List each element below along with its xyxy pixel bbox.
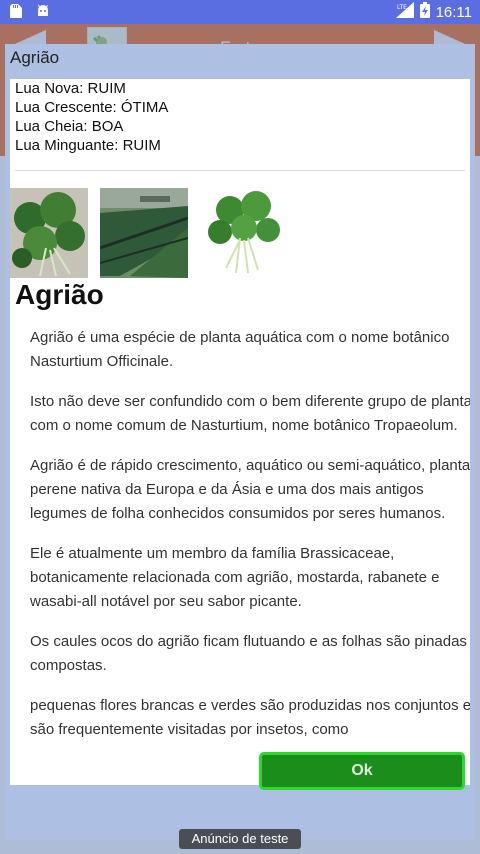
plant-heading: Agrião: [15, 279, 104, 310]
plant-description: Agrião é uma espécie de planta aquática …: [30, 326, 470, 758]
divider: [15, 170, 465, 171]
dialog-scroll-content[interactable]: Lua Nova: RUIM Lua Crescente: ÓTIMA Lua …: [10, 79, 470, 785]
moon-phase-waxing: Lua Crescente: ÓTIMA: [15, 99, 169, 116]
sd-card-icon: [10, 4, 24, 18]
photo-gallery: [10, 188, 470, 278]
moon-phase-waning: Lua Minguante: RUIM: [15, 137, 161, 154]
status-bar: LTE 16:11: [0, 0, 480, 24]
paragraph: Agrião é uma espécie de planta aquática …: [30, 329, 450, 370]
test-ad-label: Anúncio de teste: [179, 829, 301, 849]
status-time: 16:11: [435, 3, 472, 21]
plant-dialog: Agrião Lua Nova: RUIM Lua Crescente: ÓTI…: [5, 44, 475, 840]
lte-signal-icon: LTE: [395, 2, 414, 22]
paragraph: pequenas flores brancas e verdes são pro…: [30, 697, 470, 738]
dialog-title: Agrião: [10, 48, 60, 67]
paragraph: Isto não deve ser confundido com o bem d…: [30, 393, 470, 434]
photo-watercress-bunch[interactable]: [200, 188, 288, 278]
paragraph: Os caules ocos do agrião ficam flutuando…: [30, 633, 470, 674]
photo-watercress-field[interactable]: [100, 188, 188, 278]
moon-phase-full: Lua Cheia: BOA: [15, 118, 124, 135]
paragraph: Agrião é de rápido crescimento, aquático…: [30, 457, 470, 522]
ok-button[interactable]: Ok: [259, 752, 465, 790]
moon-phase-list: Lua Nova: RUIM Lua Crescente: ÓTIMA Lua …: [15, 79, 168, 155]
paragraph: Ele é atualmente um membro da família Br…: [30, 545, 440, 610]
photo-watercress-leaves[interactable]: [10, 188, 88, 278]
svg-text:LTE: LTE: [397, 4, 407, 11]
moon-phase-new: Lua Nova: RUIM: [15, 80, 126, 97]
battery-charging-icon: [419, 2, 430, 22]
android-icon: [36, 4, 50, 18]
